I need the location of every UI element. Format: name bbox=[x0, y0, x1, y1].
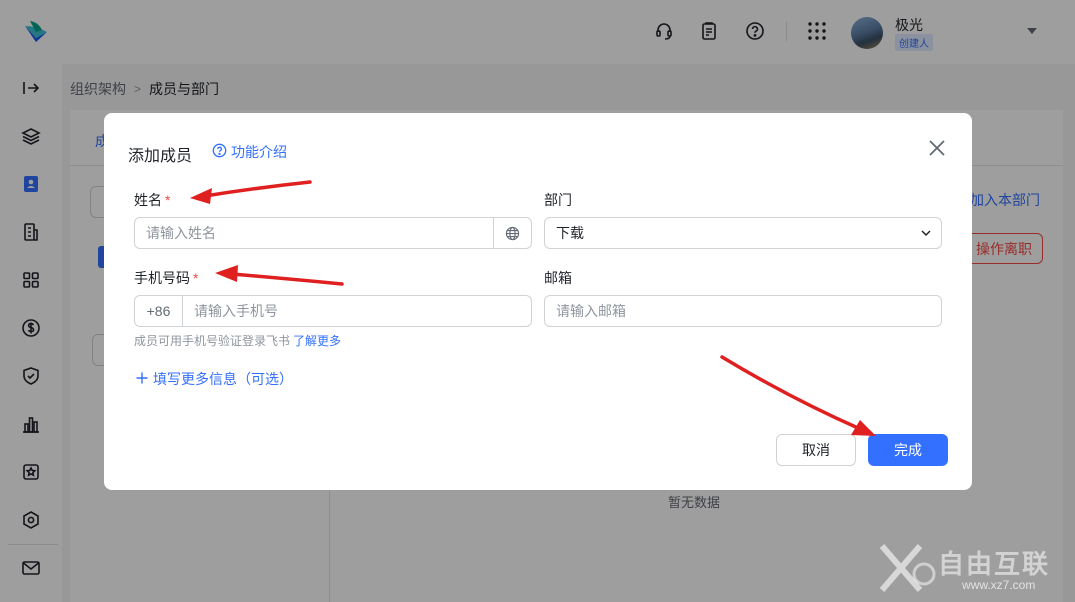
phone-label-text: 手机号码 bbox=[134, 270, 190, 286]
email-field bbox=[544, 295, 942, 327]
department-select[interactable]: 下载 bbox=[544, 217, 942, 249]
watermark-url: www.xz7.com bbox=[962, 578, 1036, 592]
more-info-toggle[interactable]: 填写更多信息（可选） bbox=[136, 369, 293, 389]
name-input[interactable] bbox=[135, 218, 493, 248]
close-icon[interactable] bbox=[926, 137, 948, 159]
done-button[interactable]: 完成 bbox=[868, 434, 948, 466]
name-label: 姓名 * bbox=[134, 190, 170, 210]
phone-field: +86 bbox=[134, 295, 532, 327]
add-member-dialog: 添加成员 功能介绍 姓名* 部门 下载 手机号码* +86 邮箱 成员可用手机号… bbox=[104, 113, 972, 490]
watermark: 自由互联 www.xz7.com bbox=[880, 540, 1070, 598]
name-label-text: 姓名 bbox=[134, 192, 162, 208]
department-label: 部门 bbox=[544, 192, 572, 208]
feature-intro-link[interactable]: 功能介绍 bbox=[212, 142, 287, 162]
department-select-value: 下载 bbox=[556, 225, 584, 241]
globe-icon[interactable] bbox=[493, 218, 531, 248]
learn-more-link[interactable]: 了解更多 bbox=[293, 334, 341, 348]
chevron-down-icon bbox=[911, 227, 941, 239]
watermark-logo-icon bbox=[880, 544, 936, 592]
phone-input[interactable] bbox=[183, 296, 531, 326]
watermark-text: 自由互联 bbox=[938, 549, 1051, 579]
required-mark: * bbox=[193, 270, 199, 286]
help-circle-icon bbox=[212, 143, 227, 161]
email-input[interactable] bbox=[545, 296, 941, 326]
email-label: 邮箱 bbox=[544, 270, 572, 286]
more-info-label: 填写更多信息（可选） bbox=[153, 371, 293, 387]
cancel-button[interactable]: 取消 bbox=[776, 434, 856, 466]
name-field bbox=[134, 217, 532, 249]
phone-hint-text: 成员可用手机号验证登录飞书 bbox=[134, 334, 291, 348]
country-code-select[interactable]: +86 bbox=[135, 296, 183, 326]
dialog-title: 添加成员 bbox=[128, 148, 193, 165]
required-mark: * bbox=[165, 192, 171, 208]
phone-label: 手机号码 * bbox=[134, 268, 198, 288]
feature-intro-label: 功能介绍 bbox=[231, 144, 287, 160]
phone-hint: 成员可用手机号验证登录飞书 了解更多 bbox=[134, 332, 341, 349]
plus-icon bbox=[136, 371, 148, 387]
